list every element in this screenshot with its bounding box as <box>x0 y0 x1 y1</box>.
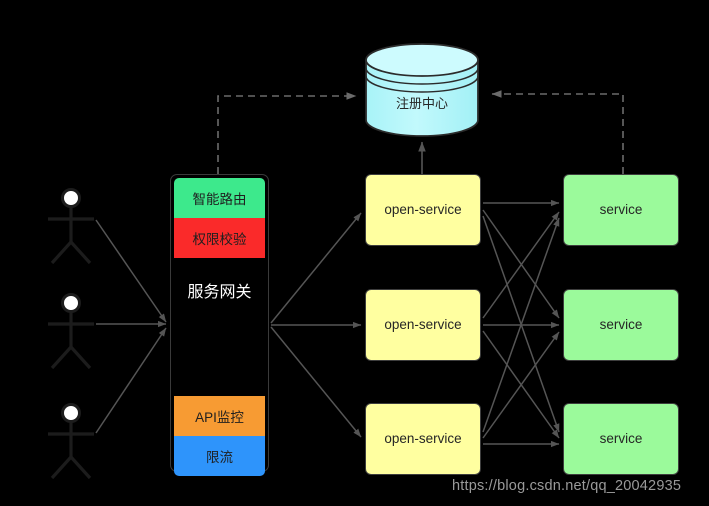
open-service-node-2[interactable]: open-service <box>365 289 481 361</box>
gateway-band-auth-check[interactable]: 权限校验 <box>174 218 265 258</box>
gateway-band-label: API监控 <box>195 410 244 425</box>
service-node-3[interactable]: service <box>563 403 679 475</box>
registry-node[interactable]: 注册中心 <box>366 44 478 136</box>
edge-gateway-registry-dashed <box>217 92 357 174</box>
service-label: service <box>599 316 643 332</box>
diagram-canvas: 注册中心 智能路由 权限校验 服务网关 API监控 限流 open-servic… <box>0 0 709 506</box>
actor-figure-3 <box>48 403 94 480</box>
watermark-text: https://blog.csdn.net/qq_20042935 <box>452 478 682 494</box>
gateway-title: 服务网关 <box>174 260 265 320</box>
gateway-band-api-monitor[interactable]: API监控 <box>174 396 265 436</box>
gateway-title-label: 服务网关 <box>187 284 252 301</box>
edge-service-registry-dashed <box>491 90 624 174</box>
gateway-band-rate-limit[interactable]: 限流 <box>174 436 265 476</box>
actor-figure-1 <box>48 188 94 265</box>
gateway-band-smart-routing[interactable]: 智能路由 <box>174 178 265 218</box>
gateway-band-label: 智能路由 <box>192 192 247 207</box>
service-node-1[interactable]: service <box>563 174 679 246</box>
edge-gateway-openservice-3 <box>270 326 362 438</box>
open-service-node-3[interactable]: open-service <box>365 403 481 475</box>
edge-gateway-openservice-1 <box>270 212 362 324</box>
service-label: service <box>599 201 643 217</box>
gateway-band-label: 限流 <box>206 450 233 465</box>
open-service-label: open-service <box>384 430 462 446</box>
service-label: service <box>599 430 643 446</box>
open-service-label: open-service <box>384 201 462 217</box>
service-node-2[interactable]: service <box>563 289 679 361</box>
edge-actor3-gateway <box>95 327 167 434</box>
gateway-band-label: 权限校验 <box>192 232 247 247</box>
open-service-node-1[interactable]: open-service <box>365 174 481 246</box>
registry-label: 注册中心 <box>395 96 448 111</box>
actor-figure-2 <box>48 293 94 370</box>
open-service-label: open-service <box>384 316 462 332</box>
edge-actor1-gateway <box>95 219 167 323</box>
